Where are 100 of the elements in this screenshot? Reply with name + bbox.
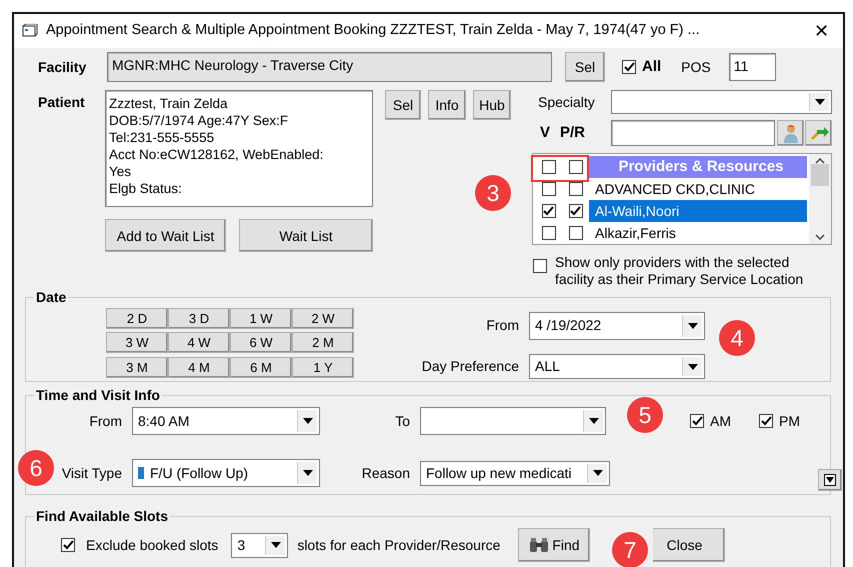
range-button[interactable]: 1 Y [292,356,354,378]
caret-icon [270,542,281,548]
reason-field[interactable]: Follow up new medicati [420,460,610,486]
step-number: 7 [612,532,648,567]
select-button[interactable]: Sel [565,52,605,82]
field-label: Visit Type [62,464,122,483]
caret-icon [592,470,602,476]
wait-list-button[interactable]: Add to Wait List [105,219,226,252]
slots-field[interactable]: 3 [231,532,288,558]
list-header: Providers & Resources [589,156,807,178]
provider-list[interactable]: Providers & Resources ADVANCED CKD,CLINIC Al-Waili,Noori Alkazir,Ferris [532,153,832,245]
close-button[interactable]: Close [653,528,726,562]
binoculars-icon [529,537,550,553]
text-line: Yes [109,163,132,180]
list-item[interactable]: ADVANCED CKD,CLINIC [589,178,807,200]
column-label: P/R [558,122,586,143]
provider-button[interactable] [777,120,804,146]
patient-button[interactable]: Info [428,90,466,120]
text-line: Zzztest, Train Zelda [109,95,229,112]
patient-button[interactable]: Hub [473,90,511,120]
checkbox[interactable] [542,182,556,196]
caret-icon [688,322,698,329]
close-button[interactable]: ✕ [810,22,833,40]
caret-icon [688,364,698,370]
checkbox-label: Show only providers with the selected facility as their Primary Service Location [555,254,804,288]
scroll-thumb[interactable] [811,164,829,186]
list-item[interactable]: Al-Waili,Noori [589,200,807,222]
range-button[interactable]: 3 D [168,308,230,329]
range-button[interactable]: 1 W [230,308,292,329]
pos-field[interactable]: 11 [728,53,776,81]
checkbox[interactable] [759,414,773,428]
range-button[interactable]: 2 W [292,308,354,329]
field-label: POS [681,58,711,76]
range-button[interactable]: 4 M [168,356,230,378]
checkbox[interactable] [542,204,556,218]
checkbox[interactable] [542,226,556,240]
checkbox[interactable] [690,414,704,428]
checkbox[interactable] [568,160,582,174]
find-button[interactable]: Find [518,528,590,562]
field-label: slots for each Provider/Resource [297,536,500,554]
date-field[interactable]: 4 /19/2022 [529,312,705,340]
step-number: 4 [719,320,755,356]
column-label: V [539,122,552,143]
range-button[interactable]: 2 D [106,308,168,329]
highlight-box [531,155,589,182]
checkbox[interactable] [61,538,75,552]
window-title: Appointment Search & Multiple Appointment Booking ZZZTEST, Train Zelda - May 7, 1974(47 yo F) ... [46,21,701,40]
caret-icon [588,418,598,424]
caret-icon [302,470,312,476]
text-line: Elgb Status: [109,180,183,197]
caret-icon [824,474,836,486]
text-line: DOB:5/7/1974 Age:47Y Sex:F [109,112,290,129]
specialty-field[interactable] [611,90,832,114]
caret-icon [302,418,312,424]
checkbox[interactable] [568,182,582,196]
list-item[interactable]: Alkazir,Ferris [589,222,807,244]
visit-type-field[interactable]: F/U (Follow Up) [132,459,320,487]
range-button[interactable]: 2 M [292,332,354,354]
field-label: Reason [362,464,410,482]
time-to-field[interactable] [420,407,606,435]
checkbox[interactable] [622,60,636,74]
range-button[interactable]: 4 W [168,332,230,354]
step-number: 3 [475,175,511,211]
field-label: To [395,412,410,430]
field-label: Facility [38,58,88,77]
caret-icon [814,99,824,105]
patient-button[interactable]: Sel [385,90,421,120]
day-preference-field[interactable]: ALL [529,354,705,380]
expand-button[interactable] [818,469,842,491]
checkbox-label: AM [710,412,731,430]
patient-info-box[interactable]: Zzztest, Train Zelda DOB:5/7/1974 Age:47Y Sex:F Tel:231-555-5555 Acct No:eCW128162, WebEnabled: Yes Elgb Status: [105,90,373,207]
checkbox[interactable] [568,226,582,240]
time-from-field[interactable]: 8:40 AM [132,407,320,435]
checkbox-label: All [642,56,662,77]
text-line: Tel:231-555-5555 [109,129,216,146]
provider-search-field[interactable] [610,120,776,146]
checkbox-label: Exclude booked slots [86,536,218,554]
checkbox[interactable] [542,160,556,174]
range-button[interactable]: 3 W [106,332,168,354]
step-number: 5 [627,397,663,433]
checkbox[interactable] [568,204,582,218]
field-label: From [485,316,519,336]
field-label: Patient [38,93,86,112]
checkbox[interactable] [533,259,547,273]
checkbox-label: PM [779,412,800,430]
field-label: Specialty [537,92,596,112]
range-button[interactable]: 6 M [230,356,292,378]
window-icon [22,24,38,38]
scroll-down-icon [815,234,825,240]
range-button[interactable]: 6 W [230,332,292,354]
field-label: Day Preference [422,357,519,376]
scrollbar[interactable] [809,154,831,244]
range-button[interactable]: 3 M [106,356,168,378]
text-line: Acct No:eCW128162, WebEnabled: [109,146,324,163]
person-icon [782,123,800,143]
step-number: 6 [18,450,54,486]
wait-list-button[interactable]: Wait List [239,219,373,252]
facility-field[interactable]: MGNR:MHC Neurology - Traverse City [107,52,552,82]
scroll-up-icon [815,158,825,164]
field-label: From [89,412,122,430]
